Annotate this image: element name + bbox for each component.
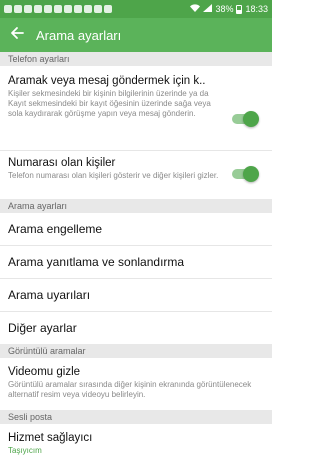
wifi-icon [190, 4, 201, 14]
page-title: Arama ayarları [36, 27, 122, 43]
notification-icon [64, 5, 72, 13]
section-header-phone-settings: Telefon ayarları [0, 52, 272, 66]
item-label: Videomu gizle [8, 366, 81, 378]
service-provider-item[interactable]: Hizmet sağlayıcı Taşıyıcım [0, 424, 272, 464]
notification-icon [104, 5, 112, 13]
item-label: Hizmet sağlayıcı [8, 432, 93, 444]
system-icons: 38% 18:33 [190, 4, 268, 14]
swipe-to-call-setting[interactable]: Aramak veya mesaj göndermek için k.. Kiş… [0, 66, 272, 150]
arrow-back-icon [10, 26, 24, 45]
app-bar: Arama ayarları [0, 18, 272, 52]
notification-icons [4, 5, 112, 13]
section-header-video-calls: Görüntülü aramalar [0, 344, 272, 358]
notification-icon [24, 5, 32, 13]
answering-ending-calls-item[interactable]: Arama yanıtlama ve sonlandırma [0, 246, 272, 278]
notification-icon [54, 5, 62, 13]
setting-title: Aramak veya mesaj göndermek için k.. [8, 75, 206, 87]
back-button[interactable] [8, 26, 26, 44]
contacts-with-numbers-toggle[interactable] [232, 166, 259, 182]
item-label: Arama uyarıları [8, 288, 91, 302]
battery-percent: 38% [215, 4, 234, 14]
setting-description: Kişiler sekmesindeki bir kişinin bilgile… [8, 89, 211, 118]
item-value: Taşıyıcım [8, 446, 42, 455]
hide-my-video-item[interactable]: Videomu gizle Görüntülü aramalar sırasın… [0, 358, 272, 410]
toggle-knob [243, 166, 259, 182]
item-description: Görüntülü aramalar sırasında diğer kişin… [8, 380, 252, 399]
more-settings-item[interactable]: Diğer ayarlar [0, 312, 272, 344]
swipe-to-call-toggle[interactable] [232, 111, 259, 127]
clock: 18:33 [245, 4, 268, 14]
notification-icon [34, 5, 42, 13]
notification-icon [4, 5, 12, 13]
signal-icon [203, 4, 213, 14]
item-label: Arama engelleme [8, 222, 103, 236]
status-bar: 38% 18:33 [0, 0, 272, 18]
section-header-call-settings: Arama ayarları [0, 199, 272, 213]
toggle-knob [243, 111, 259, 127]
setting-description: Telefon numarası olan kişileri gösterir … [8, 171, 219, 180]
notification-icon [94, 5, 102, 13]
settings-list: Telefon ayarları Aramak veya mesaj gönde… [0, 52, 272, 472]
section-header-voicemail: Sesli posta [0, 410, 272, 424]
notification-icon [14, 5, 22, 13]
battery-icon [236, 4, 243, 14]
setting-title: Numarası olan kişiler [8, 157, 116, 169]
item-label: Diğer ayarlar [8, 321, 77, 335]
call-blocking-item[interactable]: Arama engelleme [0, 213, 272, 245]
notification-icon [74, 5, 82, 13]
notification-icon [84, 5, 92, 13]
item-label: Arama yanıtlama ve sonlandırma [8, 255, 185, 269]
call-alerts-item[interactable]: Arama uyarıları [0, 279, 272, 311]
contacts-with-numbers-setting[interactable]: Numarası olan kişiler Telefon numarası o… [0, 151, 272, 199]
notification-icon [44, 5, 52, 13]
